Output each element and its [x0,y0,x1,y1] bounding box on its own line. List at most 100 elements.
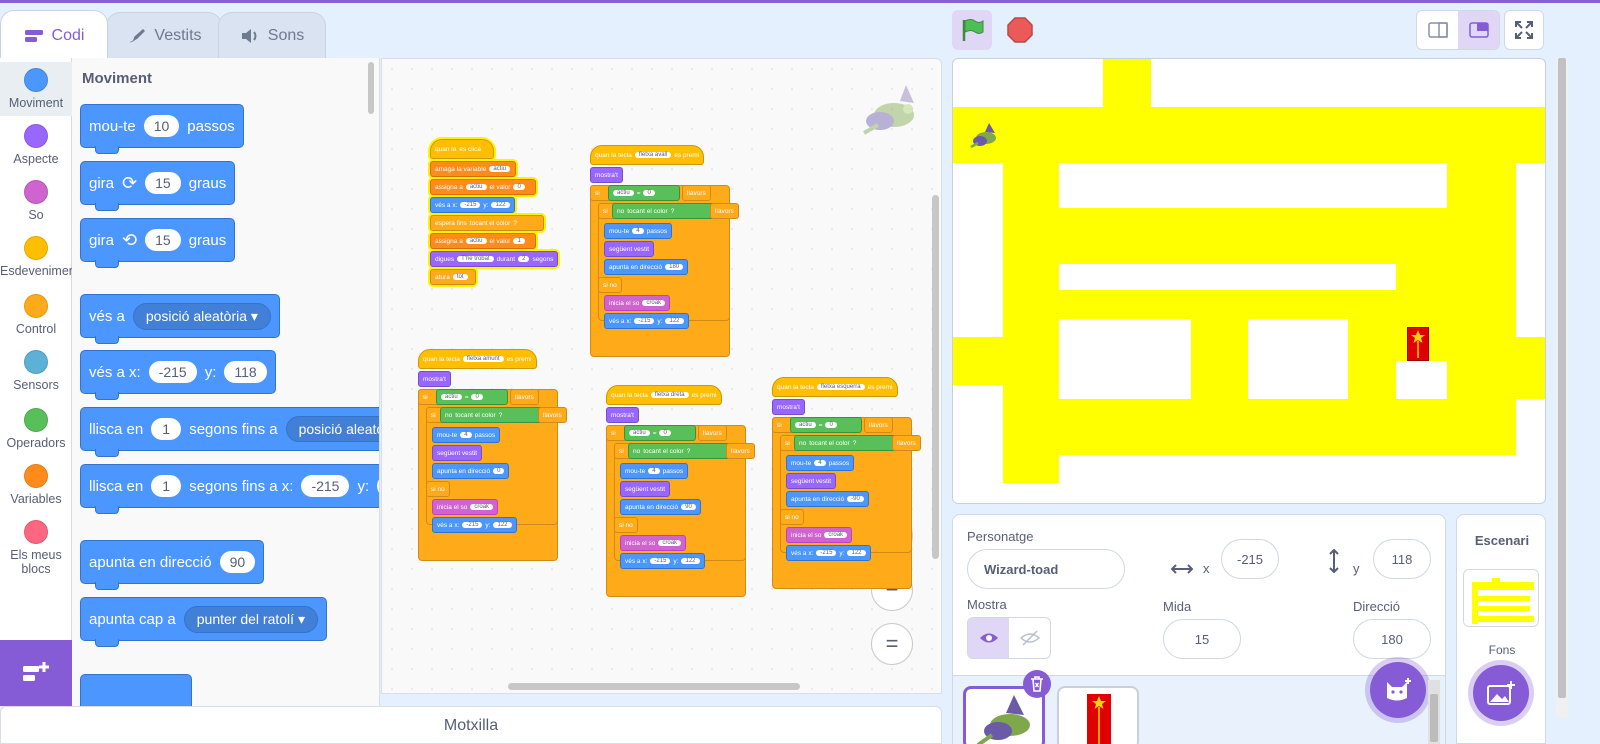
show-sprite-button[interactable] [968,618,1009,658]
block-input[interactable]: actiu [613,190,634,196]
script-key-left-not-touching[interactable]: no tocant el color? [794,435,900,451]
size-field[interactable]: 15 [1163,619,1241,659]
tab-sounds[interactable]: Sons [218,12,326,58]
block-input[interactable]: tot [452,274,468,280]
block-input[interactable]: 0 [471,394,483,400]
block-input[interactable]: 1 [513,238,525,244]
block-input[interactable]: 122 [493,522,512,528]
green-flag-button[interactable] [952,10,992,50]
script-key-up-move[interactable]: mou-te 4 passos [432,427,501,443]
block-move-steps[interactable]: mou-te 10 passos [80,104,244,154]
script-key-down-show[interactable]: mostra't [590,167,623,183]
script-key-down-point-direction[interactable]: apunta en direcció 180 [604,259,689,275]
script-key-left-play-sound[interactable]: inicia el so croak [786,527,853,543]
block-input[interactable]: 122 [681,558,700,564]
category-sensing[interactable]: Sensors [0,350,72,392]
block-input[interactable]: 4 [632,228,644,234]
block-input[interactable]: -215 [650,558,671,564]
script-key-left-point-direction[interactable]: apunta en direcció -90 [786,491,869,507]
block-input[interactable]: croak [824,532,848,538]
block-input[interactable]: 90 [681,504,696,510]
script-key-up-equals[interactable]: actiu = 0 [436,389,508,405]
script-go-to-xy[interactable]: vés a x: -215 y: 122 [430,197,515,213]
script-key-right-equals[interactable]: actiu = 0 [624,425,696,441]
degrees-input[interactable]: 15 [145,229,181,251]
block-input[interactable]: actiu [465,238,487,244]
script-say-for[interactable]: digues T'he trobat durant 2 segons [430,251,559,267]
x-field[interactable]: -215 [1221,539,1279,579]
stage-selector-panel[interactable]: Escenari Fons [1456,514,1546,744]
y-input[interactable]: 118 [377,475,379,497]
go-to-target-dropdown[interactable]: posició aleatòria ▾ [132,302,271,330]
script-key-down-not-touching[interactable]: no tocant el color? [612,203,718,219]
script-key-down-move[interactable]: mou-te 4 passos [604,223,673,239]
category-my-blocks[interactable]: Els meus blocs [0,520,72,576]
script-key-down-then[interactable]: llavors [682,185,711,201]
add-sprite-button[interactable] [1370,662,1426,718]
block-glide-to-xy[interactable]: llisca en 1 segons fins a x: -215 y: 118 [80,464,379,514]
script-key-up-then[interactable]: llavors [510,389,539,405]
script-key-right-play-sound[interactable]: inicia el so croak [620,535,687,551]
block-go-to-xy[interactable]: vés a x: -215 y: 118 [80,350,276,400]
block-input[interactable]: 0 [513,184,525,190]
script-key-down-hat[interactable]: quan la tecla fletxa avall es premi [590,145,705,165]
block-input[interactable]: actiu [629,430,650,436]
script-key-up-next-costume[interactable]: següent vestit [432,445,483,461]
script-key-right-then[interactable]: llavors [698,425,727,441]
script-key-up-not-touching[interactable]: no tocant el color? [440,407,546,423]
script-key-left-show[interactable]: mostra't [772,399,805,415]
script-key-right-move[interactable]: mou-te 4 passos [620,463,689,479]
y-field[interactable]: 118 [1373,539,1431,579]
script-key-up-show[interactable]: mostra't [418,371,451,387]
script-key-up-inner-then[interactable]: llavors [538,407,567,423]
script-key-down-play-sound[interactable]: inicia el so croak [604,295,671,311]
small-stage-button[interactable] [1417,11,1458,49]
zoom-reset-button[interactable]: = [871,623,913,665]
stop-button[interactable] [1000,10,1040,50]
block-turn-right[interactable]: gira ⟳ 15 graus [80,161,236,211]
script-key-right-show[interactable]: mostra't [606,407,639,423]
script-key-up-point-direction[interactable]: apunta en direcció 0 [432,463,510,479]
script-key-right-inner-then[interactable]: llavors [726,443,755,459]
script-stop-all[interactable]: atura tot [430,269,476,285]
block-input[interactable]: -215 [816,550,837,556]
script-hide-variable[interactable]: amaga la variable actiu [430,161,516,177]
stage-canvas[interactable] [952,58,1546,504]
block-input[interactable]: T'he trobat [457,256,494,262]
script-key-right-go-to-xy[interactable]: vés a x: -215 y: 122 [620,553,705,569]
block-turn-left[interactable]: gira ⟲ 15 graus [80,218,236,268]
block-input[interactable]: -90 [847,496,864,502]
block-partial[interactable] [80,674,192,706]
sprite-list-scrollbar[interactable] [1428,680,1440,744]
wizard-toad-sprite[interactable] [969,121,999,149]
block-input[interactable]: -215 [462,522,483,528]
seconds-input[interactable]: 1 [151,475,182,497]
block-go-to[interactable]: vés a posició aleatòria ▾ [80,294,280,344]
script-when-flag-clicked[interactable]: quan la es clica [430,139,494,159]
block-input[interactable]: actiu [441,394,462,400]
block-input[interactable]: actiu [489,166,510,172]
script-key-up-hat[interactable]: quan la tecla fletxa amunt es premi [418,349,537,369]
fullscreen-button[interactable] [1504,10,1544,50]
script-key-down-else[interactable]: si no [598,277,622,293]
script-key-up-else[interactable]: si no [426,481,450,497]
script-key-right-not-touching[interactable]: no tocant el color? [628,443,734,459]
script-key-left-hat[interactable]: quan la tecla fletxa esquerra es premi [772,377,898,397]
category-looks[interactable]: Aspecte [0,124,72,166]
hide-sprite-button[interactable] [1009,618,1050,658]
category-variables[interactable]: Variables [0,464,72,506]
delete-sprite-button[interactable] [1023,670,1051,698]
script-key-down-next-costume[interactable]: següent vestit [604,241,655,257]
script-vertical-scrollbar[interactable] [932,195,939,559]
script-set-variable[interactable]: assigna a actiu el valor 0 [430,179,536,195]
x-input[interactable]: -215 [148,361,197,383]
block-input[interactable]: 2 [518,256,530,262]
category-motion[interactable]: Moviment [0,62,72,116]
script-horizontal-scrollbar[interactable] [508,683,800,690]
block-input[interactable]: actiu [795,422,816,428]
palette-scrollbar[interactable] [368,62,374,114]
block-input[interactable]: 180 [665,264,684,270]
seconds-input[interactable]: 1 [151,418,182,440]
category-control[interactable]: Control [0,294,72,336]
block-input[interactable]: fletxa avall [634,152,672,158]
